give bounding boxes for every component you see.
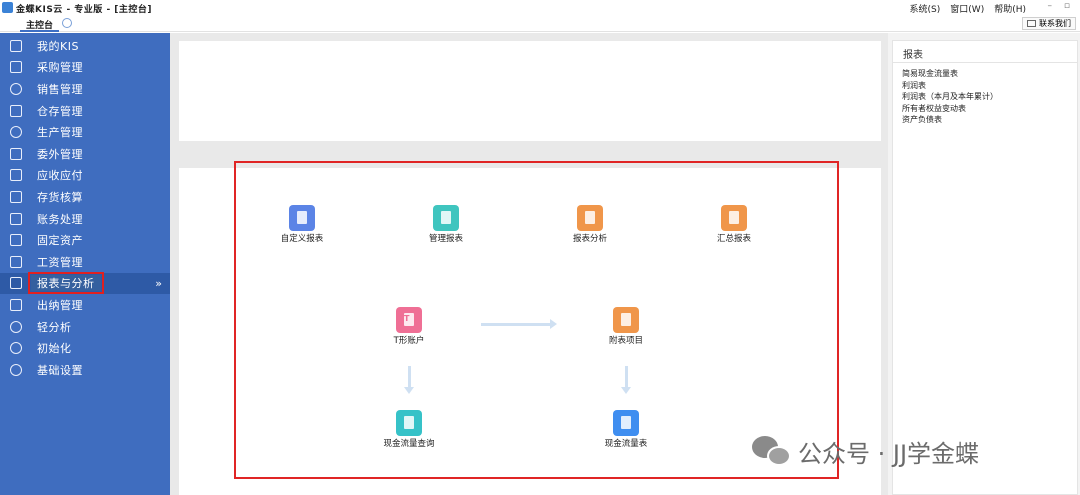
settings-icon xyxy=(10,363,22,376)
sidebar-item-reports[interactable]: 报表与分析» xyxy=(0,272,170,295)
attached-items-label[interactable]: 附表项目 xyxy=(609,334,643,346)
custom-report-icon[interactable] xyxy=(289,205,315,231)
menu-window[interactable]: 窗口(W) xyxy=(950,2,984,15)
sidebar-item-inventory-accounting[interactable]: 存货核算 xyxy=(0,186,170,208)
sidebar-item-outsource[interactable]: 委外管理 xyxy=(0,143,170,165)
people-icon xyxy=(10,82,22,95)
t-account-label[interactable]: T形账户 xyxy=(394,334,425,346)
t-account-icon[interactable]: T xyxy=(396,307,422,333)
warehouse-icon xyxy=(10,104,22,117)
link-simple-cashflow[interactable]: 简易现金流量表 xyxy=(902,68,998,80)
magnifier-icon xyxy=(10,320,22,333)
mail-icon xyxy=(1027,20,1036,27)
link-income-statement[interactable]: 利润表 xyxy=(902,80,998,92)
sidebar-item-receivable[interactable]: 应收应付 xyxy=(0,165,170,187)
menu-bar: 系统(S) 窗口(W) 帮助(H) xyxy=(910,2,1026,15)
cashier-icon xyxy=(10,298,22,311)
arrow-down-icon xyxy=(404,366,414,394)
summary-report-label[interactable]: 汇总报表 xyxy=(717,232,751,244)
app-logo-icon xyxy=(2,2,13,13)
management-report-label[interactable]: 管理报表 xyxy=(429,232,463,244)
cashflow-statement-icon[interactable] xyxy=(613,410,639,436)
sidebar-item-salary[interactable]: 工资管理 xyxy=(0,251,170,273)
wechat-icon xyxy=(752,435,792,468)
purchase-icon xyxy=(10,61,22,74)
cashflow-statement-label[interactable]: 现金流量表 xyxy=(605,437,648,449)
highlight-box xyxy=(234,161,839,479)
arrow-right-icon xyxy=(481,319,557,329)
yen-icon xyxy=(10,169,22,182)
top-panel xyxy=(179,41,881,141)
sidebar-item-accounting[interactable]: 账务处理 xyxy=(0,208,170,230)
custom-report-label[interactable]: 自定义报表 xyxy=(281,232,324,244)
sidebar-item-production[interactable]: 生产管理 xyxy=(0,121,170,143)
reports-panel-header: 报表 xyxy=(893,41,1077,63)
salary-icon xyxy=(10,255,22,268)
watermark-text: 公众号 · JJ学金蝶 xyxy=(798,440,980,468)
menu-system[interactable]: 系统(S) xyxy=(910,2,941,15)
cashflow-query-label[interactable]: 现金流量查询 xyxy=(383,437,434,449)
report-analysis-label[interactable]: 报表分析 xyxy=(573,232,607,244)
restore-icon[interactable]: ▫ xyxy=(1064,1,1070,11)
report-analysis-icon[interactable] xyxy=(577,205,603,231)
tab-row: 主控台 联系我们 xyxy=(0,16,1080,32)
sidebar-item-initialize[interactable]: 初始化 xyxy=(0,337,170,359)
inventory-icon xyxy=(10,190,22,203)
arrow-down-icon xyxy=(621,366,631,394)
building-icon xyxy=(10,234,22,247)
ledger-icon xyxy=(10,212,22,225)
attached-items-icon[interactable] xyxy=(613,307,639,333)
management-report-icon[interactable] xyxy=(433,205,459,231)
sidebar-item-my-kis[interactable]: 我的KIS xyxy=(0,35,170,57)
contact-us-button[interactable]: 联系我们 xyxy=(1022,17,1076,30)
menu-help[interactable]: 帮助(H) xyxy=(994,2,1026,15)
sidebar-item-purchase[interactable]: 采购管理 xyxy=(0,57,170,79)
window-title: 金蝶KIS云 - 专业版 - [主控台] xyxy=(16,5,153,15)
outsource-icon xyxy=(10,147,22,160)
chart-icon xyxy=(10,277,22,290)
sidebar-item-cashier[interactable]: 出纳管理 xyxy=(0,294,170,316)
t-account-glyph: T xyxy=(404,314,410,323)
sidebar-item-basic-settings[interactable]: 基础设置 xyxy=(0,359,170,381)
watermark: 公众号 · JJ学金蝶 xyxy=(752,434,979,469)
sidebar-item-sales[interactable]: 销售管理 xyxy=(0,78,170,100)
link-balance-sheet[interactable]: 资产负债表 xyxy=(902,114,998,126)
link-income-statement-cumulative[interactable]: 利润表（本月及本年累计） xyxy=(902,91,998,103)
link-equity-changes[interactable]: 所有者权益变动表 xyxy=(902,103,998,115)
reports-panel: 报表 简易现金流量表 利润表 利润表（本月及本年累计） 所有者权益变动表 资产负… xyxy=(892,40,1078,495)
add-tab-icon[interactable] xyxy=(62,18,72,28)
sidebar-item-light-analysis[interactable]: 轻分析 xyxy=(0,316,170,338)
title-bar: 金蝶KIS云 - 专业版 - [主控台] 系统(S) 窗口(W) 帮助(H) –… xyxy=(0,0,1080,16)
sidebar-item-warehouse[interactable]: 仓存管理 xyxy=(0,100,170,122)
summary-report-icon[interactable] xyxy=(721,205,747,231)
tab-main-console[interactable]: 主控台 xyxy=(20,16,60,32)
sidebar: 我的KIS 采购管理 销售管理 仓存管理 生产管理 委外管理 应收应付 存货核算… xyxy=(0,33,170,495)
cashflow-query-icon[interactable] xyxy=(396,410,422,436)
monitor-icon xyxy=(10,39,22,52)
chevron-right-icon[interactable]: » xyxy=(155,277,162,290)
init-icon xyxy=(10,342,22,355)
sidebar-item-fixed-assets[interactable]: 固定资产 xyxy=(0,229,170,251)
contact-us-label: 联系我们 xyxy=(1039,19,1071,28)
minimize-icon[interactable]: – xyxy=(1048,1,1053,11)
gear-icon xyxy=(10,126,22,139)
reports-link-list: 简易现金流量表 利润表 利润表（本月及本年累计） 所有者权益变动表 资产负债表 xyxy=(902,68,998,126)
